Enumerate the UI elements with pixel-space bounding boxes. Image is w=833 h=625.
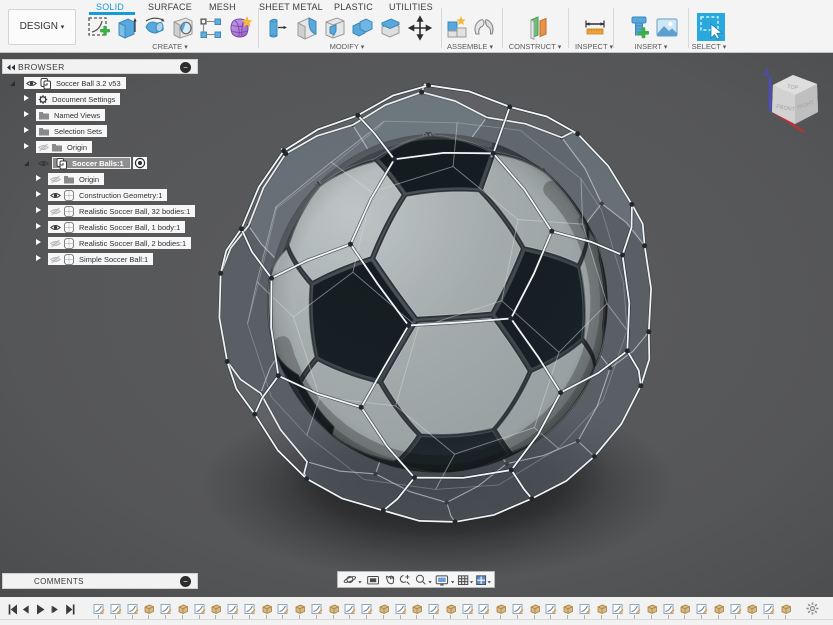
- svg-text:Z: Z: [764, 68, 770, 78]
